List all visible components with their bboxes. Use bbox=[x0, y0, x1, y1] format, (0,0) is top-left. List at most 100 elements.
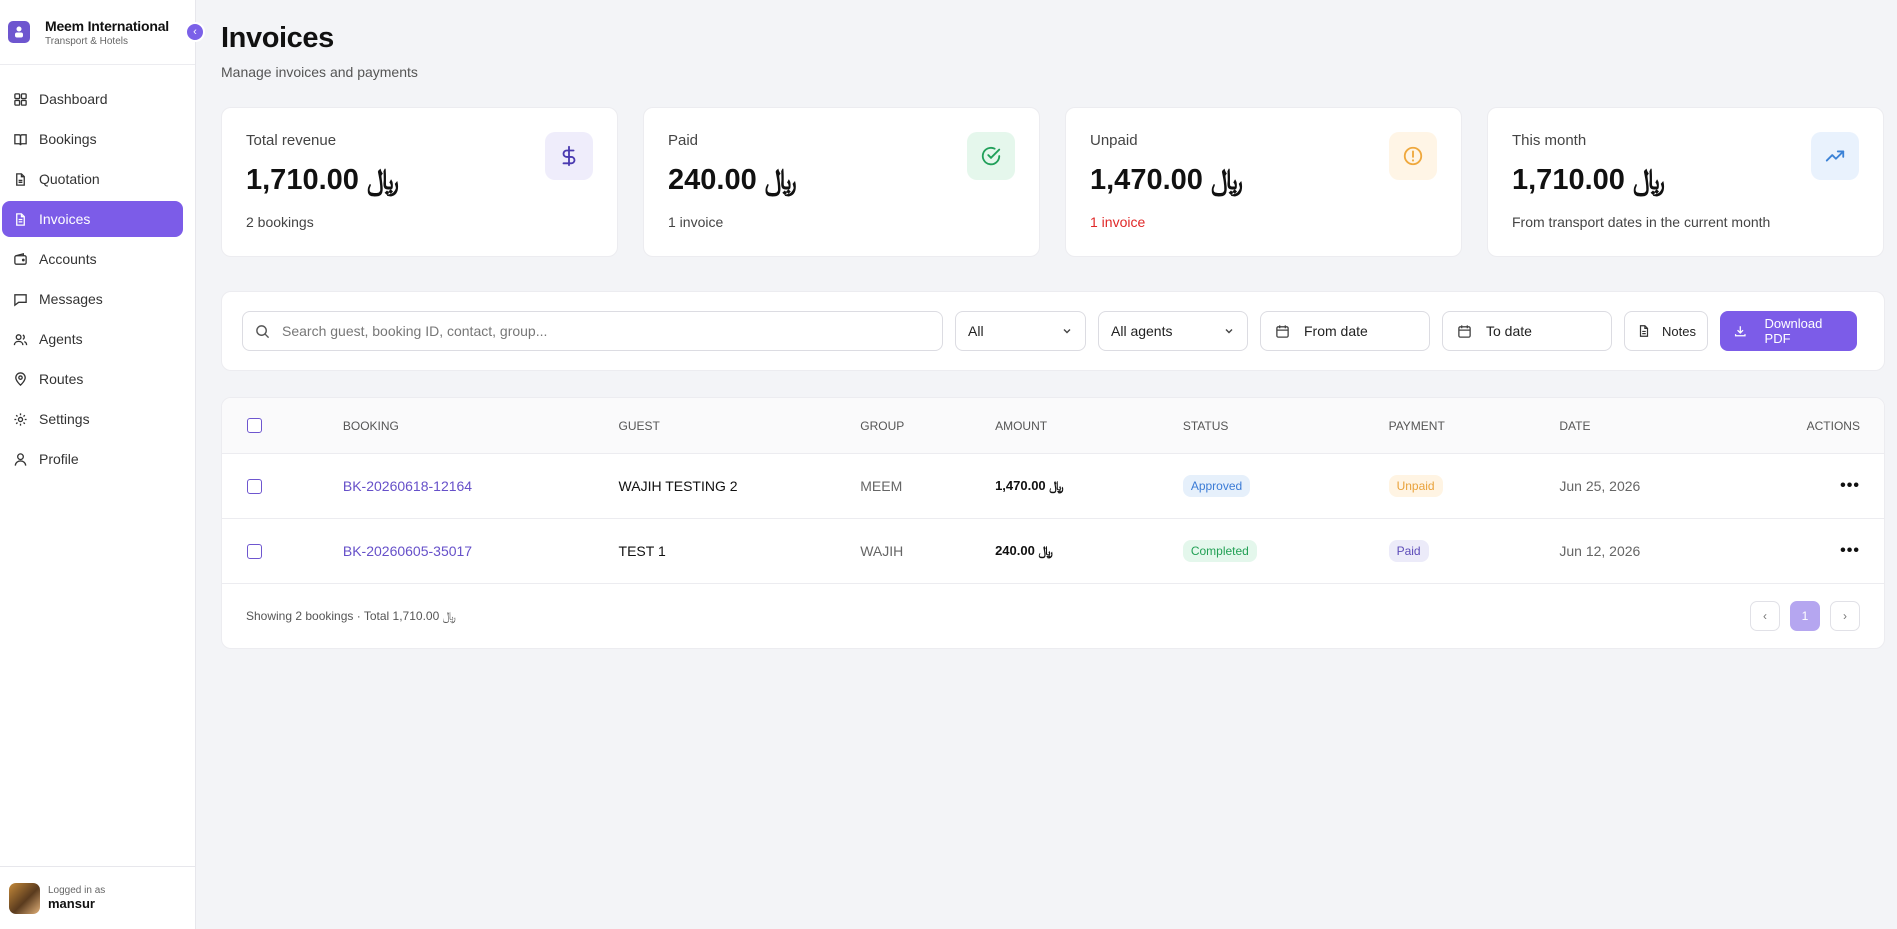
date: Jun 12, 2026 bbox=[1559, 543, 1641, 559]
book-icon bbox=[14, 133, 27, 145]
select-all-checkbox[interactable] bbox=[247, 418, 262, 433]
table-row[interactable]: BK-20260618-12164 WAJIH TESTING 2 MEEM ﷼… bbox=[222, 454, 1884, 519]
agent-select[interactable]: All agents bbox=[1098, 311, 1248, 351]
brand-name: Meem International bbox=[45, 17, 169, 34]
stat-label: Total revenue bbox=[246, 132, 337, 149]
table-footer: Showing 2 bookings · Total ﷼ 1,710.00 ‹ … bbox=[222, 584, 1884, 648]
user-footer[interactable]: Logged in as mansur bbox=[0, 866, 196, 929]
wallet-icon bbox=[14, 252, 27, 265]
select-all-cell bbox=[222, 418, 343, 433]
table-header: BOOKING GUEST GROUP AMOUNT STATUS PAYMEN… bbox=[222, 398, 1884, 454]
check-circle-icon bbox=[967, 132, 1015, 180]
sidebar-item-quotation[interactable]: Quotation bbox=[2, 161, 183, 197]
sidebar-item-accounts[interactable]: Accounts bbox=[2, 241, 183, 277]
amount: ﷼ 1,470.00 bbox=[995, 478, 1064, 493]
guest-name: WAJIH TESTING 2 bbox=[618, 478, 738, 494]
users-icon bbox=[13, 333, 28, 345]
download-icon bbox=[1734, 326, 1746, 337]
sidebar-item-label: Agents bbox=[39, 331, 83, 347]
stat-label: Unpaid bbox=[1090, 132, 1138, 149]
calendar-icon bbox=[1458, 324, 1471, 338]
page-button-current[interactable]: 1 bbox=[1790, 601, 1820, 631]
download-pdf-label: Download PDF bbox=[1764, 316, 1823, 346]
sidebar-item-profile[interactable]: Profile bbox=[2, 441, 183, 477]
row-checkbox-cell bbox=[222, 543, 343, 559]
column-header-date[interactable]: DATE bbox=[1559, 419, 1789, 433]
payment-cell: Paid bbox=[1388, 540, 1560, 562]
sidebar-item-label: Accounts bbox=[39, 251, 97, 267]
download-pdf-button[interactable]: Download PDF bbox=[1719, 311, 1857, 351]
row-checkbox[interactable] bbox=[247, 478, 262, 494]
column-header-status[interactable]: STATUS bbox=[1183, 419, 1389, 433]
sidebar: Meem International Transport & Hotels ‹ … bbox=[0, 0, 205, 929]
stats-row: Total revenue ﷼ 1,710.00 2 bookings Paid… bbox=[221, 107, 1885, 257]
notes-button[interactable]: Notes bbox=[1624, 311, 1708, 351]
trending-up-icon bbox=[1811, 132, 1859, 180]
to-date-picker[interactable]: To date bbox=[1442, 311, 1612, 351]
table-summary: Showing 2 bookings · Total ﷼ 1,710.00 bbox=[246, 608, 456, 623]
column-header-booking[interactable]: BOOKING bbox=[343, 419, 619, 433]
status-select[interactable]: All bbox=[955, 311, 1086, 351]
page-subtitle: Manage invoices and payments bbox=[221, 64, 418, 80]
previous-page-button[interactable]: ‹ bbox=[1750, 601, 1780, 631]
search-box[interactable] bbox=[242, 311, 943, 351]
stat-note: From transport dates in the current mont… bbox=[1512, 214, 1771, 230]
row-checkbox[interactable] bbox=[247, 543, 262, 559]
brand-subtitle: Transport & Hotels bbox=[45, 35, 128, 47]
from-date-picker[interactable]: From date bbox=[1260, 311, 1430, 351]
group-name: MEEM bbox=[860, 478, 903, 494]
status-cell: Completed bbox=[1182, 540, 1389, 562]
gear-icon bbox=[14, 412, 27, 426]
search-input[interactable] bbox=[282, 323, 882, 339]
from-date-label: From date bbox=[1304, 323, 1368, 339]
amount: ﷼ 240.00 bbox=[995, 543, 1053, 558]
sidebar-item-settings[interactable]: Settings bbox=[2, 401, 183, 437]
sidebar-item-label: Bookings bbox=[39, 131, 97, 147]
sidebar-item-bookings[interactable]: Bookings bbox=[2, 121, 183, 157]
map-pin-icon bbox=[15, 371, 26, 386]
sidebar-item-label: Quotation bbox=[39, 171, 100, 187]
sidebar-item-label: Routes bbox=[39, 371, 84, 387]
sidebar-item-agents[interactable]: Agents bbox=[2, 321, 183, 357]
guest-name: TEST 1 bbox=[618, 543, 666, 559]
grid-icon bbox=[14, 92, 27, 106]
pagination: ‹ 1 › bbox=[1750, 601, 1860, 631]
column-header-guest[interactable]: GUEST bbox=[619, 419, 861, 433]
sidebar-item-dashboard[interactable]: Dashboard bbox=[2, 81, 183, 117]
search-icon bbox=[256, 324, 270, 338]
stat-card-unpaid: Unpaid ﷼ 1,470.00 1 invoice bbox=[1065, 107, 1462, 257]
chevron-down-icon bbox=[1063, 329, 1071, 334]
invoices-table: BOOKING GUEST GROUP AMOUNT STATUS PAYMEN… bbox=[221, 397, 1885, 649]
brand-logo-icon bbox=[8, 21, 30, 43]
stat-label: Paid bbox=[668, 132, 699, 149]
next-page-button[interactable]: › bbox=[1830, 601, 1860, 631]
document-icon bbox=[1639, 325, 1649, 337]
collapse-sidebar-button[interactable]: ‹ bbox=[185, 22, 205, 42]
sidebar-nav: Dashboard Bookings Quotation Invoices Ac… bbox=[0, 81, 195, 477]
table-row[interactable]: BK-20260605-35017 TEST 1 WAJIH ﷼ 240.00 … bbox=[222, 519, 1884, 584]
sidebar-item-messages[interactable]: Messages bbox=[2, 281, 183, 317]
notes-button-label: Notes bbox=[1662, 323, 1696, 339]
sidebar-item-invoices[interactable]: Invoices bbox=[2, 201, 183, 237]
more-actions-icon[interactable]: ••• bbox=[1789, 477, 1884, 495]
document-icon bbox=[16, 172, 25, 186]
payment-cell: Unpaid bbox=[1388, 475, 1560, 497]
booking-id-link[interactable]: BK-20260605-35017 bbox=[343, 543, 619, 559]
stat-value: ﷼ 1,710.00 bbox=[246, 164, 400, 196]
logged-in-username: mansur bbox=[48, 896, 95, 911]
booking-id-link[interactable]: BK-20260618-12164 bbox=[343, 478, 619, 494]
page-title: Invoices bbox=[221, 22, 334, 54]
payment-badge: Unpaid bbox=[1388, 475, 1443, 497]
stat-label: This month bbox=[1512, 132, 1587, 149]
sidebar-item-routes[interactable]: Routes bbox=[2, 361, 183, 397]
more-actions-icon[interactable]: ••• bbox=[1789, 542, 1884, 560]
filter-bar: All All agents From date To date Notes D… bbox=[221, 291, 1885, 371]
invoice-icon bbox=[16, 212, 25, 226]
sidebar-item-label: Messages bbox=[39, 291, 103, 307]
column-header-payment[interactable]: PAYMENT bbox=[1389, 419, 1560, 433]
sidebar-item-label: Invoices bbox=[39, 211, 91, 227]
column-header-group[interactable]: GROUP bbox=[860, 419, 995, 433]
group-name: WAJIH bbox=[860, 543, 904, 559]
column-header-amount[interactable]: AMOUNT bbox=[995, 419, 1183, 433]
chevron-down-icon bbox=[1225, 329, 1233, 334]
